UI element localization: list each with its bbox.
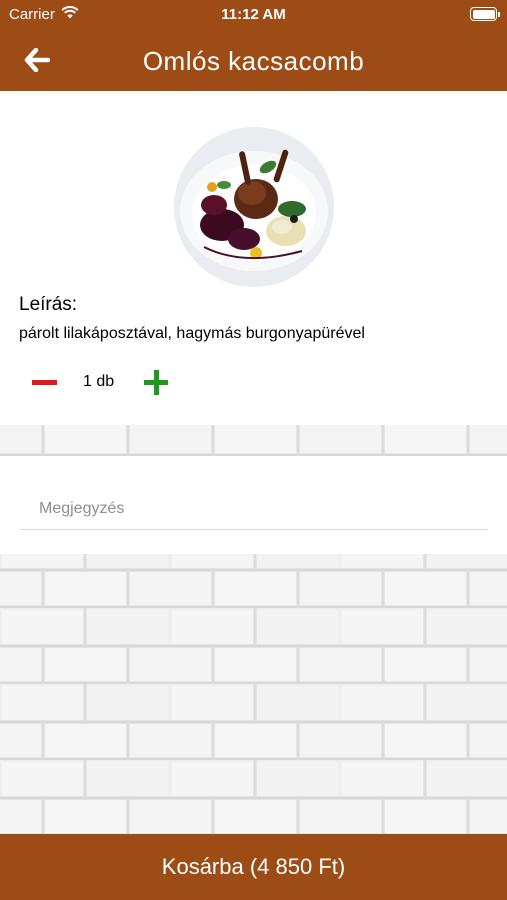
- navigation-bar: Omlós kacsacomb: [0, 34, 507, 90]
- note-input[interactable]: [20, 488, 488, 530]
- description-text: párolt lilakáposztával, hagymás burgonya…: [19, 325, 365, 342]
- status-time: 11:12 AM: [221, 6, 286, 23]
- dish-photo: [174, 127, 334, 287]
- status-bar: Carrier 11:12 AM: [0, 0, 507, 28]
- description-label: Leírás:: [19, 294, 78, 315]
- minus-icon: [31, 379, 57, 385]
- back-button[interactable]: [20, 46, 54, 78]
- add-to-cart-label: Kosárba (4 850 Ft): [161, 854, 346, 879]
- decrease-quantity-button[interactable]: [26, 367, 62, 397]
- note-card: [0, 456, 507, 554]
- add-to-cart-button[interactable]: Kosárba (4 850 Ft): [0, 834, 507, 900]
- quantity-value: 1 db: [83, 373, 115, 390]
- page-title: Omlós kacsacomb: [142, 46, 365, 76]
- header: Carrier 11:12 AM Omlós kacsacomb: [0, 0, 507, 91]
- battery-icon: [470, 7, 500, 21]
- quantity-stepper: 1 db: [0, 361, 507, 403]
- product-card: Leírás: párolt lilakáposztával, hagymás …: [0, 91, 507, 425]
- increase-quantity-button[interactable]: [140, 366, 172, 398]
- arrow-left-icon: [24, 47, 51, 77]
